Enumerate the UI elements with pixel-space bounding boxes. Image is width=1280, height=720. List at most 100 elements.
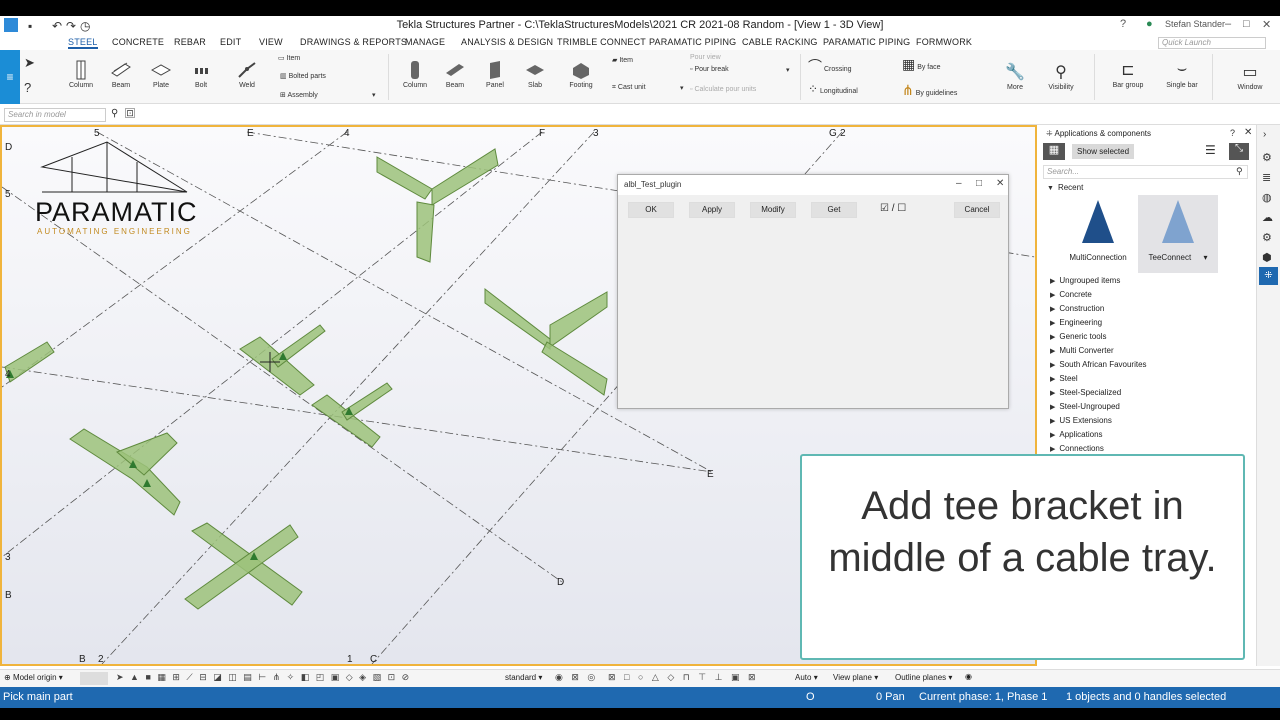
tab-drawings-reports[interactable]: DRAWINGS & REPORTS [300, 37, 407, 47]
multiconnection-tile[interactable]: MultiConnection [1058, 195, 1138, 273]
dialog-close-icon[interactable]: ✕ [996, 178, 1004, 189]
category-item[interactable]: ▶ Concrete [1050, 290, 1092, 299]
recent-group[interactable]: ▼ Recent [1047, 183, 1083, 192]
cube-icon[interactable]: ⬢ [1262, 251, 1272, 264]
category-item[interactable]: ▶ Construction [1050, 304, 1104, 313]
view-icons[interactable]: ◉ ⊠ ◎ [555, 672, 598, 683]
teeconnect-tile[interactable]: TeeConnect ▾ [1138, 195, 1218, 273]
auto-select[interactable]: Auto ▾ [795, 673, 818, 682]
tab-edit[interactable]: EDIT [220, 37, 241, 47]
apply-button[interactable]: Apply [689, 202, 735, 218]
settings-icon[interactable]: ⚙ [1262, 231, 1272, 244]
category-item[interactable]: ▶ South African Favourites [1050, 360, 1147, 369]
ok-button[interactable]: OK [628, 202, 674, 218]
tab-trimble-connect[interactable]: TRIMBLE CONNECT [557, 37, 646, 47]
user-icon[interactable]: ● [1146, 18, 1153, 30]
category-item[interactable]: ▶ Engineering [1050, 318, 1102, 327]
eye-icon[interactable]: ◉ [965, 672, 972, 681]
concrete-panel-button[interactable]: Panel [480, 60, 510, 89]
list-view-icon[interactable]: ☰ [1205, 143, 1216, 157]
expand-icon[interactable]: › [1263, 129, 1266, 140]
tab-cable-racking[interactable]: CABLE RACKING [742, 37, 818, 47]
category-item[interactable]: ▶ Multi Converter [1050, 346, 1114, 355]
user-name[interactable]: Stefan Stander [1165, 19, 1225, 29]
get-button[interactable]: Get [811, 202, 857, 218]
tab-steel[interactable]: STEEL [68, 37, 98, 49]
modify-button[interactable]: Modify [750, 202, 796, 218]
concrete-item-button[interactable]: ▰ Item [612, 56, 633, 64]
category-item[interactable]: ▶ Steel-Ungrouped [1050, 402, 1120, 411]
more-button[interactable]: 🔧 More [1000, 62, 1030, 91]
bar-group-button[interactable]: ⊏ Bar group [1110, 60, 1146, 89]
single-bar-button[interactable]: ⌣ Single bar [1164, 60, 1200, 89]
panel-search-input[interactable]: Search... [1043, 165, 1248, 179]
tab-concrete[interactable]: CONCRETE [112, 37, 164, 47]
cancel-button[interactable]: Cancel [954, 202, 1000, 218]
standard-select[interactable]: standard ▾ [505, 673, 542, 682]
steel-beam-button[interactable]: Beam [106, 60, 136, 89]
tab-paramatic-piping[interactable]: PARAMATIC PIPING [649, 37, 736, 47]
properties-icon[interactable]: ⚙ [1262, 151, 1272, 164]
cloud-icon[interactable]: ☁ [1262, 211, 1273, 224]
category-item[interactable]: ▶ Applications [1050, 430, 1103, 439]
tab-manage[interactable]: MANAGE [405, 37, 445, 47]
select-toggle-checkbox[interactable]: ☑ / ☐ [880, 203, 906, 214]
outline-planes-select[interactable]: Outline planes ▾ [895, 673, 952, 682]
category-item[interactable]: ▶ Connections [1050, 444, 1104, 453]
longitudinal-button[interactable]: ⁘ Longitudinal [808, 82, 858, 96]
steel-bolt-button[interactable]: Bolt [186, 60, 216, 89]
tab-formwork[interactable]: FORMWORK [916, 37, 972, 47]
concrete-column-button[interactable]: Column [400, 60, 430, 89]
concrete-slab-button[interactable]: Slab [520, 60, 550, 89]
snap-icons[interactable]: ➤ ▲ ■ ▦ ⊞ ⟋ ⊟ ◪ ◫ ▤ ⊢ ⋔ ✧ ◧ ◰ ▣ ◇ ◈ ▧ ⊡ … [116, 672, 411, 683]
globe-icon[interactable]: ◍ [1262, 191, 1272, 204]
category-item[interactable]: ▶ Generic tools [1050, 332, 1107, 341]
side-menu-icon[interactable]: ≡ [0, 50, 20, 104]
zoom-select-icon[interactable]: ⊡ [125, 108, 135, 118]
close-icon[interactable]: ✕ [1262, 18, 1271, 31]
maximize-icon[interactable]: □ [1243, 18, 1250, 30]
view-plane-select[interactable]: View plane ▾ [833, 673, 878, 682]
calculate-pour-units-button[interactable]: ▫ Calculate pour units [690, 86, 756, 93]
quick-launch-input[interactable]: Quick Launch [1158, 37, 1266, 49]
panel-help-icon[interactable]: ? [1230, 128, 1235, 138]
dialog-minimize-icon[interactable]: – [956, 178, 962, 189]
select-arrow-icon[interactable]: ➤ [24, 55, 35, 71]
status-phase[interactable]: Current phase: 1, Phase 1 [919, 691, 1047, 703]
panel-close-icon[interactable]: ✕ [1244, 127, 1252, 138]
tab-rebar[interactable]: REBAR [174, 37, 206, 47]
steel-plate-button[interactable]: Plate [146, 60, 176, 89]
help-icon[interactable]: ? [1120, 18, 1126, 30]
steel-weld-button[interactable]: Weld [232, 60, 262, 89]
model-origin-select[interactable]: ⊕ Model origin ▾ [4, 673, 63, 682]
tab-analysis-design[interactable]: ANALYSIS & DESIGN [461, 37, 553, 47]
shape-icons[interactable]: ⊠ □ ○ △ ◇ ⊓ ⊤ ⊥ ▣ ⊠ [608, 672, 759, 683]
crossing-button[interactable]: ⌒ Crossing [808, 56, 852, 76]
pour-break-button[interactable]: ▫ Pour break [690, 66, 729, 73]
category-item[interactable]: ▶ Ungrouped items [1050, 276, 1120, 285]
pour-dropdown-icon[interactable]: ▾ [786, 66, 790, 74]
query-icon[interactable]: ? [24, 80, 31, 95]
search-input[interactable]: Search in model [4, 108, 106, 122]
cast-unit-button[interactable]: ⌗ Cast unit [612, 84, 646, 92]
tile-view-icon[interactable]: ▦ [1043, 143, 1065, 160]
tab-paramatic-piping-2[interactable]: PARAMATIC PIPING [823, 37, 910, 47]
steel-item-button[interactable]: ▭ Item [278, 54, 300, 62]
steel-column-button[interactable]: Column [66, 60, 96, 89]
by-face-button[interactable]: ▦ By face [902, 56, 941, 73]
category-item[interactable]: ▶ US Extensions [1050, 416, 1112, 425]
layers-icon[interactable]: ≣ [1262, 171, 1271, 184]
category-item[interactable]: ▶ Steel [1050, 374, 1078, 383]
snap-toggle[interactable] [80, 672, 108, 685]
window-button[interactable]: ▭ Window [1232, 62, 1268, 91]
concrete-footing-button[interactable]: Footing [566, 60, 596, 89]
category-item[interactable]: ▶ Steel-Specialized [1050, 388, 1121, 397]
show-selected-button[interactable]: Show selected [1072, 144, 1134, 159]
steel-dropdown-icon[interactable]: ▾ [372, 91, 376, 99]
dialog-maximize-icon[interactable]: □ [976, 178, 982, 189]
applications-icon[interactable]: ⁜ [1259, 267, 1278, 285]
tab-view[interactable]: VIEW [259, 37, 283, 47]
pick-icon[interactable]: ⤡ [1229, 143, 1249, 160]
by-guidelines-button[interactable]: ⋔ By guidelines [902, 82, 957, 99]
pour-view-button[interactable]: Pour view [690, 54, 721, 61]
